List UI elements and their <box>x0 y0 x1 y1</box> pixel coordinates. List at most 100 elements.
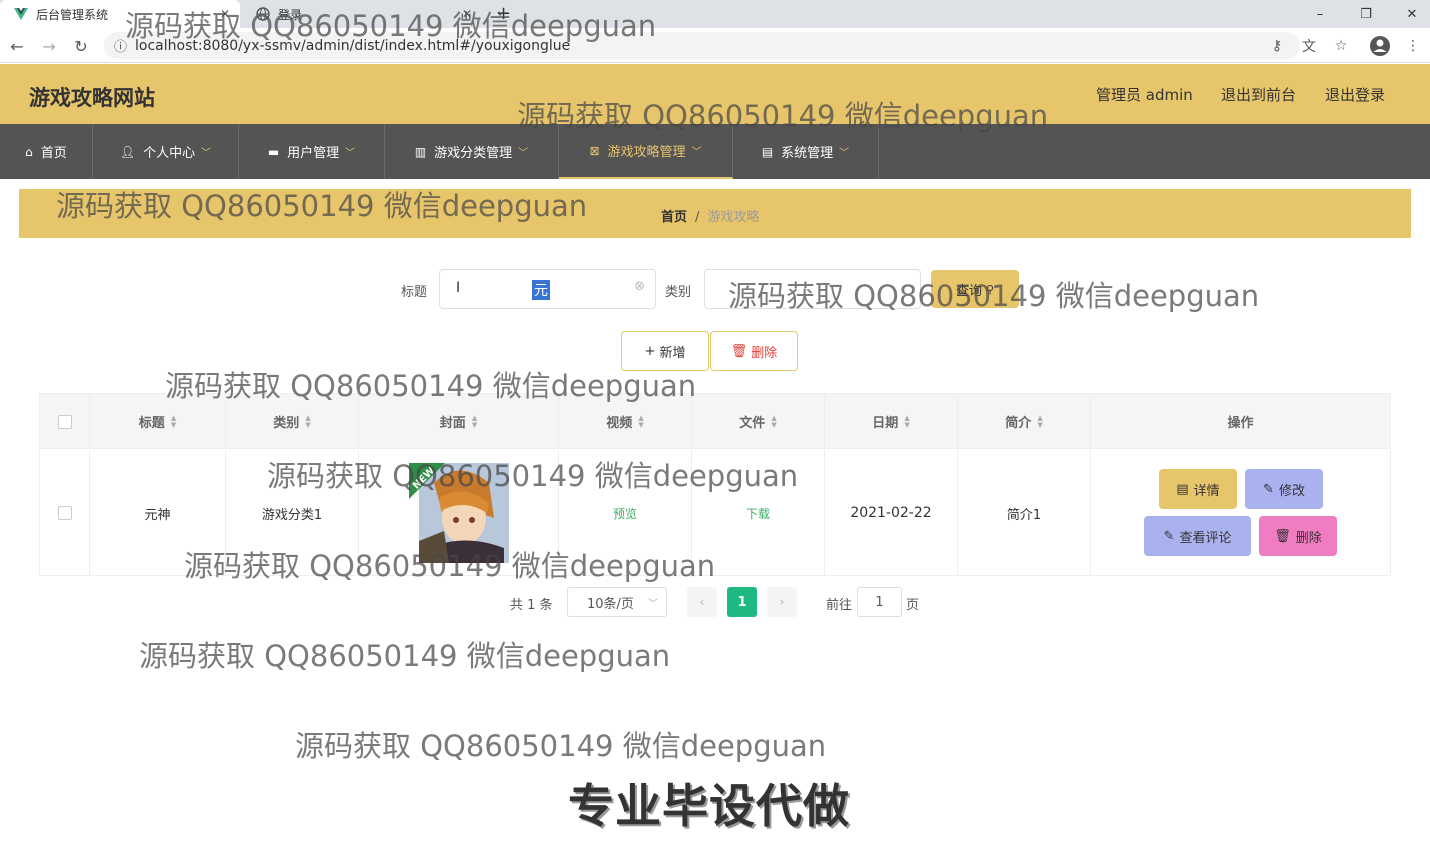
info-icon[interactable]: ⓘ <box>114 36 127 55</box>
nav-item-home[interactable]: ⌂ 首页 <box>0 124 93 179</box>
cell-date: 2021-02-22 <box>825 450 958 576</box>
logout-link[interactable]: 退出登录 <box>1325 84 1385 105</box>
column-header-date[interactable]: 日期 ▲ ▼ <box>825 394 958 449</box>
nav-item-system-management[interactable]: ▤ 系统管理 ﹀ <box>733 124 879 179</box>
goto-label: 前往 <box>826 598 853 613</box>
column-header-category[interactable]: 类别 ▲ ▼ <box>226 394 359 449</box>
cell-cover: NEW <box>359 450 559 576</box>
cell-file-download-link[interactable]: 下载 <box>692 450 825 576</box>
view-comments-button[interactable]: ✎ 查看评论 <box>1144 516 1251 556</box>
search-icon: ⚲ <box>985 282 995 296</box>
select-all-checkbox[interactable] <box>57 414 72 429</box>
plus-icon: + <box>644 343 656 359</box>
column-header-cover[interactable]: 封面 ▲ ▼ <box>359 394 559 449</box>
browser-tab-label: 登录 <box>278 7 303 22</box>
home-icon: ⌂ <box>25 144 33 159</box>
page-size-value: 10条/页 <box>587 596 634 612</box>
detail-button[interactable]: ▤ 详情 <box>1159 469 1237 509</box>
sort-icon[interactable]: ▲ ▼ <box>1037 414 1042 429</box>
category-filter-input[interactable] <box>704 269 921 309</box>
reload-icon[interactable]: ↻ <box>69 34 93 58</box>
row-select-cell <box>40 450 90 576</box>
column-header-video[interactable]: 视频 ▲ ▼ <box>559 394 692 449</box>
nav-item-guide-management[interactable]: ⊠ 游戏攻略管理 ﹀ <box>559 124 733 179</box>
key-icon[interactable]: ⚷ <box>1266 35 1288 57</box>
column-header-title[interactable]: 标题 ▲ ▼ <box>90 394 226 449</box>
trash-icon: 🗑︎ <box>730 343 748 359</box>
sort-icon[interactable]: ▲ ▼ <box>904 414 909 429</box>
next-page-button[interactable]: › <box>767 587 797 617</box>
cover-image: NEW <box>408 463 509 563</box>
url-field[interactable]: ⓘ localhost:8080/yx-ssmv/admin/dist/inde… <box>104 32 1300 59</box>
breadcrumb-separator: / <box>695 210 700 225</box>
chevron-down-icon: ﹀ <box>201 148 212 159</box>
title-filter-input[interactable]: I 元 ⊗ <box>439 269 656 309</box>
vue-logo-icon <box>14 7 28 21</box>
browser-tab-login[interactable]: 登录 ✕ <box>242 0 482 28</box>
close-window-button[interactable]: ✕ <box>1389 0 1430 28</box>
app-header: 游戏攻略网站 管理员 admin 退出到前台 退出登录 <box>0 64 1430 124</box>
nav-item-label: 系统管理 <box>781 146 834 161</box>
breadcrumb: 首页 / 游戏攻略 <box>661 206 759 225</box>
breadcrumb-bar: 首页 / 游戏攻略 <box>19 189 1411 238</box>
translate-icon[interactable]: 文 <box>1298 35 1320 57</box>
forward-icon[interactable]: → <box>37 34 61 58</box>
clipboard-icon: ▤ <box>761 144 774 159</box>
sort-icon[interactable]: ▲ ▼ <box>171 414 176 429</box>
chevron-down-icon: ﹀ <box>691 147 702 158</box>
column-header-file[interactable]: 文件 ▲ ▼ <box>692 394 825 449</box>
cell-actions <box>1091 450 1390 576</box>
row-delete-button[interactable]: 🗑︎ 删除 <box>1259 516 1337 556</box>
cell-category: 游戏分类1 <box>226 450 359 576</box>
exit-to-front-link[interactable]: 退出到前台 <box>1221 84 1296 105</box>
star-icon[interactable]: ☆ <box>1330 35 1352 57</box>
address-bar: ← → ↻ ⓘ localhost:8080/yx-ssmv/admin/dis… <box>0 28 1430 63</box>
new-tab-button[interactable]: + <box>496 3 511 24</box>
menu-kebab-icon[interactable]: ⋮ <box>1402 35 1424 57</box>
text-cursor-icon: I <box>456 280 461 296</box>
search-button[interactable]: 查询 ⚲ <box>931 270 1019 308</box>
edit-button[interactable]: ✎ 修改 <box>1245 469 1323 509</box>
column-header-intro[interactable]: 简介 ▲ ▼ <box>958 394 1091 449</box>
sort-icon[interactable]: ▲ ▼ <box>472 414 477 429</box>
title-filter-label: 标题 <box>401 285 428 300</box>
add-button[interactable]: + 新增 <box>621 331 709 371</box>
admin-user-label: 管理员 admin <box>1096 86 1193 104</box>
back-icon[interactable]: ← <box>5 34 29 58</box>
browser-tab-label: 后台管理系统 <box>36 7 109 22</box>
prev-page-button[interactable]: ‹ <box>687 587 717 617</box>
clear-icon[interactable]: ⊗ <box>634 279 645 294</box>
add-button-label: 新增 <box>659 345 686 361</box>
row-checkbox[interactable] <box>57 506 72 520</box>
sort-icon[interactable]: ▲ ▼ <box>638 414 643 429</box>
table-header: 标题 ▲ ▼ 类别 ▲ ▼ 封面 ▲ ▼ 视频 ▲ ▼ 文件 ▲ ▼ 日期 ▲ ▼ <box>40 394 1390 449</box>
sort-icon[interactable]: ▲ ▼ <box>305 414 310 429</box>
sort-icon[interactable]: ▲ ▼ <box>771 414 776 429</box>
cell-video-preview-link[interactable]: 预览 <box>559 450 692 576</box>
browser-tab-admin[interactable]: 后台管理系统 ✕ <box>0 0 240 28</box>
profile-avatar-icon[interactable] <box>1369 35 1391 57</box>
column-header-label: 简介 <box>1005 416 1032 431</box>
page-size-select[interactable]: 10条/页 ﹀ <box>567 587 667 617</box>
briefcase-icon: ▬ <box>267 144 280 159</box>
select-all-cell <box>40 394 90 449</box>
breadcrumb-home[interactable]: 首页 <box>661 210 687 225</box>
column-header-actions: 操作 <box>1091 394 1390 449</box>
pencil-icon: ✎ <box>1263 481 1274 497</box>
nav-item-user-management[interactable]: ▬ 用户管理 ﹀ <box>239 124 385 179</box>
detail-button-label: 详情 <box>1193 483 1220 499</box>
minimize-button[interactable]: – <box>1297 0 1343 28</box>
goto-page-input[interactable]: 1 <box>857 587 902 617</box>
page-number-button[interactable]: 1 <box>727 587 757 617</box>
nav-item-category-management[interactable]: ▥ 游戏分类管理 ﹀ <box>385 124 559 179</box>
batch-delete-button-label: 删除 <box>751 345 778 361</box>
restore-button[interactable]: ❐ <box>1343 0 1389 28</box>
nav-item-label: 个人中心 <box>143 146 196 161</box>
main-nav: ⌂ 首页 👤︎ 个人中心 ﹀ ▬ 用户管理 ﹀ ▥ 游戏分类管理 ﹀ ⊠ 游戏攻… <box>0 124 1430 179</box>
close-icon[interactable]: ✕ <box>220 7 230 21</box>
column-header-label: 类别 <box>273 416 300 431</box>
close-icon[interactable]: ✕ <box>462 7 472 21</box>
book-icon: ▥ <box>414 144 427 159</box>
nav-item-personal-center[interactable]: 👤︎ 个人中心 ﹀ <box>93 124 239 179</box>
batch-delete-button[interactable]: 🗑︎ 删除 <box>710 331 798 371</box>
